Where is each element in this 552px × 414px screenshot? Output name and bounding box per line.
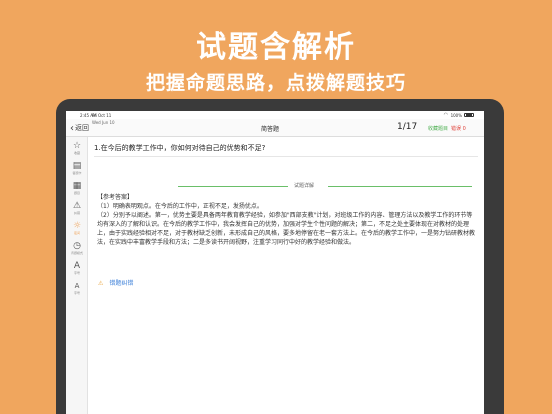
question-text: 1.在今后的教学工作中，你如何对待自己的优势和不足? (94, 144, 266, 152)
question-content: 1.在今后的教学工作中，你如何对待自己的优势和不足? 试题详解 【参考答案】 （… (88, 137, 484, 414)
clock-icon: ◷ (73, 241, 81, 251)
sidebar-item-label: 收藏 (73, 151, 80, 155)
detail-header: 试题详解 (178, 182, 472, 190)
wrong-count[interactable]: 错误 0 (451, 125, 466, 132)
sidebar-item-label: 答题卡 (72, 171, 82, 175)
sidebar-item-memorize[interactable]: ◷ 背题模式 (66, 241, 88, 261)
battery-icon (464, 113, 474, 117)
sidebar-item-report[interactable]: ⚠ 纠错 (66, 201, 88, 221)
nav-date: Wed Jun 10 (92, 120, 115, 125)
sidebar-item-night[interactable]: ☼ 夜间 (66, 221, 88, 241)
divider (94, 156, 478, 157)
chevron-left-icon: ‹ (70, 123, 74, 134)
sidebar-item-label: 字号 (73, 271, 80, 275)
warning-icon: ⚠ (98, 280, 104, 287)
answer-text: 【参考答案】 （1）明确表明观点。在今后的工作中，正视不足，发扬优点。 （2）分… (97, 193, 477, 247)
grid-icon: ▦ (72, 181, 82, 191)
battery-percent: 100% (450, 113, 462, 118)
sidebar-item-label: 题目 (73, 191, 80, 195)
page-title: 简答题 (261, 126, 280, 133)
star-icon: ☆ (72, 141, 82, 151)
sidebar-item-label: 纠错 (73, 211, 80, 215)
wifi-icon: ◠ (443, 112, 448, 118)
sidebar-item-label: 夜间 (73, 231, 80, 235)
divider (328, 186, 472, 187)
sidebar: ☆ 收藏 ▤ 答题卡 ▦ 题目 ⚠ 纠错 ☼ 夜间 ◷ 背题模式 A 字号 A (66, 137, 88, 414)
answer-icon: ▤ (72, 161, 82, 171)
back-label: 返回 (75, 124, 89, 132)
collect-button[interactable]: 收藏题目 (428, 125, 448, 132)
report-error-button[interactable]: ⚠ 错题纠错 (98, 278, 133, 287)
answer-paragraph-1: （1）明确表明观点。在今后的工作中，正视不足，发扬优点。 (97, 203, 263, 210)
font-large-icon: A (73, 261, 81, 271)
answer-heading: 【参考答案】 (97, 194, 134, 201)
back-button[interactable]: ‹返回 (70, 122, 89, 134)
detail-label: 试题详解 (294, 183, 315, 189)
sidebar-item-font-small[interactable]: A 字号 (66, 281, 88, 301)
sidebar-item-answer-sheet[interactable]: ▤ 答题卡 (66, 161, 88, 181)
report-label: 错题纠错 (109, 280, 134, 287)
nav-bar: ‹返回 Wed Jun 10 简答题 1/17 收藏题目 错误 0 (66, 119, 484, 137)
sun-icon: ☼ (72, 221, 82, 231)
promo-title: 试题含解析 (196, 30, 356, 65)
sidebar-item-label: 字号 (73, 291, 80, 295)
sidebar-item-label: 背题模式 (70, 251, 83, 255)
status-bar: 2:45 AM Fri Oct 11 ◠ 100% (66, 111, 484, 119)
app-screen: 2:45 AM Fri Oct 11 ◠ 100% ‹返回 Wed Jun 10… (66, 111, 484, 414)
warning-icon: ⚠ (72, 201, 82, 211)
divider (178, 186, 288, 187)
sidebar-item-favorite[interactable]: ☆ 收藏 (66, 141, 88, 161)
status-date: Fri Oct 11 (92, 113, 112, 118)
sidebar-item-font-large[interactable]: A 字号 (66, 261, 88, 281)
sidebar-item-questions[interactable]: ▦ 题目 (66, 181, 88, 201)
font-small-icon: A (74, 282, 80, 290)
question-progress: 1/17 (397, 122, 418, 132)
answer-paragraph-2: （2）分别予以阐述。第一，优势主要是具备两年教育教学经验，如参加"西部支教"计划… (97, 212, 476, 246)
promo-subtitle: 把握命题思路，点拨解题技巧 (145, 72, 406, 94)
